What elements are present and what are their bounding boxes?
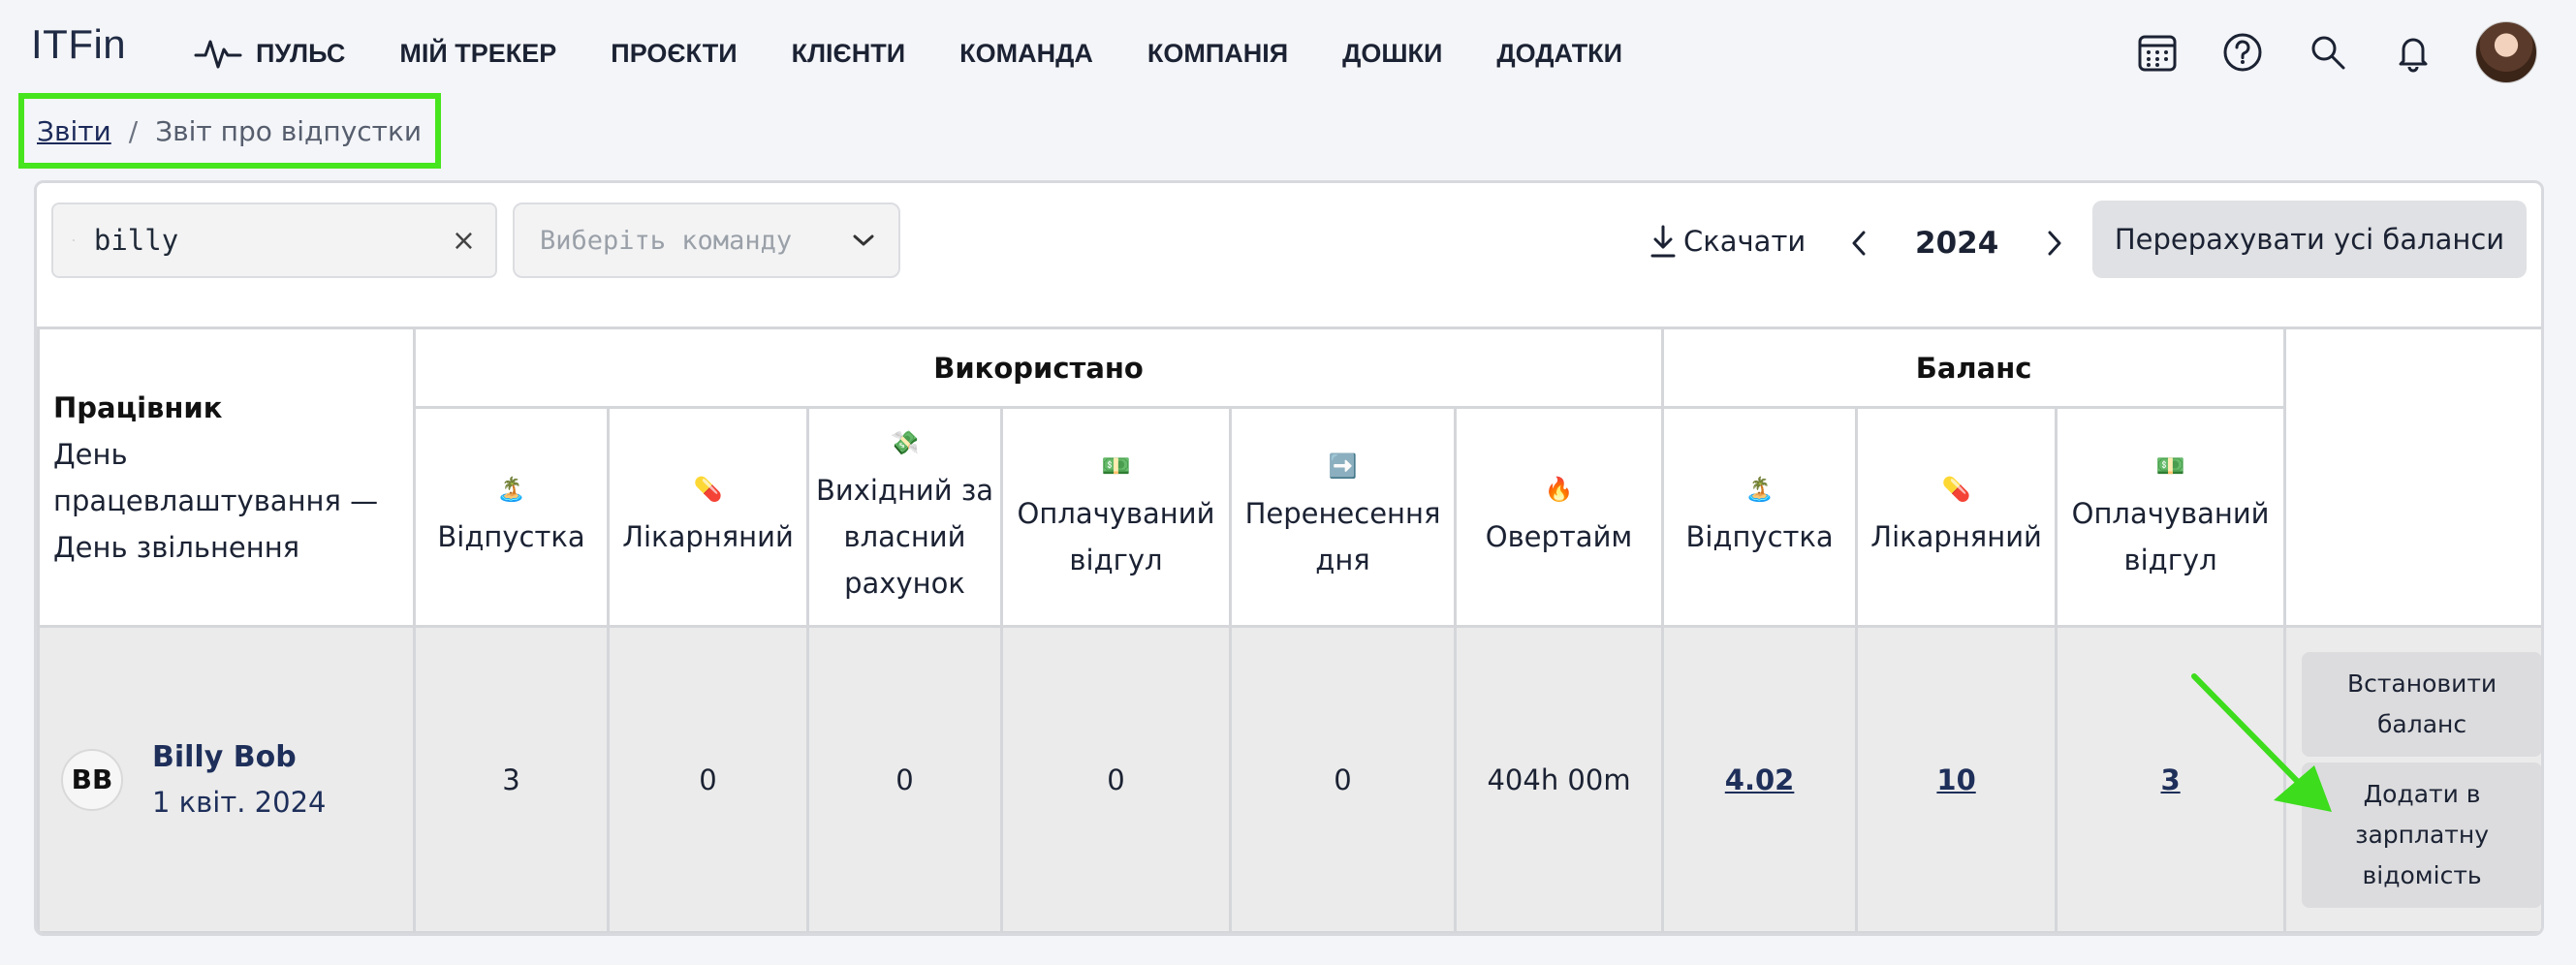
nav-item-company[interactable]: КОМПАНІЯ	[1147, 39, 1288, 69]
nav-item-pulse[interactable]: ПУЛЬС	[194, 36, 345, 71]
column-label: Відпустка	[437, 519, 585, 553]
balance-vacation-cell: 4.02	[1661, 625, 1859, 933]
used-overtime-header: 🔥 Овертайм	[1453, 406, 1665, 628]
island-icon: 🏝️	[496, 475, 526, 503]
employee-hire-date: 1 квіт. 2024	[152, 785, 327, 819]
header-actions	[2095, 19, 2537, 85]
fire-icon: 🔥	[1544, 475, 1574, 503]
breadcrumb-separator: /	[128, 114, 139, 147]
breadcrumb-current: Звіт про відпустки	[155, 114, 423, 147]
nav-item-projects[interactable]: ПРОЄКТИ	[611, 39, 737, 69]
island-icon: 🏝️	[1744, 475, 1775, 503]
column-label: Лікарняний	[622, 519, 794, 553]
used-overtime-cell: 404h 00m	[1453, 625, 1665, 933]
column-label: Оплачуваний відгул	[2071, 496, 2270, 576]
report-toolbar: × Виберіть команду Скачати 2024 Перераху…	[37, 183, 2541, 328]
used-vacation-header: 🏝️ Відпустка	[413, 406, 610, 628]
breadcrumb: Звіти / Звіт про відпустки	[18, 93, 441, 169]
used-day-transfer-header: ➡️ Перенесення дня	[1229, 406, 1457, 628]
chevron-down-icon	[853, 234, 874, 246]
chevron-right-icon	[2048, 231, 2061, 256]
used-group-header: Використано	[412, 327, 1665, 409]
avatar[interactable]	[2475, 21, 2537, 83]
download-button[interactable]: Скачати	[1649, 218, 1806, 265]
column-label: Лікарняний	[1870, 519, 2042, 553]
search-icon	[73, 239, 75, 241]
column-label: Оплачуваний відгул	[1017, 496, 1215, 576]
calendar-icon[interactable]	[2134, 29, 2181, 76]
column-label: Перенесення дня	[1244, 496, 1441, 576]
column-label: Вихідний за власний рахунок	[815, 473, 994, 600]
used-sick-leave-header: 💊 Лікарняний	[607, 406, 809, 628]
dollar-banknote-icon: 💵	[2155, 451, 2185, 480]
download-icon	[1650, 225, 1676, 258]
nav-item-label: ПУЛЬС	[256, 38, 346, 68]
help-icon[interactable]	[2219, 29, 2266, 76]
nav-item-addons[interactable]: ДОДАТКИ	[1496, 39, 1622, 69]
year-label: 2024	[1915, 226, 1999, 261]
download-label: Скачати	[1683, 225, 1806, 258]
vacation-report-table: Працівник День працевлаштування — День з…	[37, 327, 2541, 933]
money-wings-icon: 💸	[890, 428, 920, 456]
next-year-button[interactable]	[2035, 224, 2074, 263]
used-vacation-cell: 3	[413, 625, 610, 933]
nav-item-boards[interactable]: ДОШКИ	[1342, 39, 1442, 69]
team-select-placeholder: Виберіть команду	[540, 225, 793, 256]
balance-sick-leave-header: 💊 Лікарняний	[1855, 406, 2058, 628]
table-row: BB Billy Bob 1 квіт. 2024 3 0 0 0 0 404h…	[37, 625, 2541, 933]
worker-header-title: Працівник	[53, 390, 223, 424]
balance-vacation-header: 🏝️ Відпустка	[1661, 406, 1859, 628]
pill-icon: 💊	[693, 475, 723, 503]
worker-header-subtitle: День працевлаштування — День звільнення	[53, 437, 379, 564]
balance-sick-leave-cell: 10	[1855, 625, 2058, 933]
nav-item-my-tracker[interactable]: МІЙ ТРЕКЕР	[399, 39, 556, 69]
nav-item-clients[interactable]: КЛІЄНТИ	[792, 39, 906, 69]
year-switcher: 2024	[1839, 218, 2074, 268]
pill-icon: 💊	[1941, 475, 1971, 503]
employee-cell: BB Billy Bob 1 квіт. 2024	[37, 625, 416, 933]
top-navigation: ITFin ПУЛЬС МІЙ ТРЕКЕР ПРОЄКТИ КЛІЄНТИ К…	[0, 0, 2576, 105]
set-balance-button[interactable]: Встановити баланс	[2302, 651, 2541, 757]
actions-column-header	[2283, 327, 2541, 628]
column-label: Відпустка	[1685, 519, 1834, 553]
used-day-transfer-cell: 0	[1229, 625, 1457, 933]
column-label: Овертайм	[1485, 519, 1633, 553]
arrow-right-icon: ➡️	[1328, 451, 1358, 480]
dollar-banknote-icon: 💵	[1101, 451, 1131, 480]
used-paid-time-off-header: 💵 Оплачуваний відгул	[1000, 406, 1232, 628]
clear-search-button[interactable]: ×	[452, 224, 476, 258]
main-nav: ПУЛЬС МІЙ ТРЕКЕР ПРОЄКТИ КЛІЄНТИ КОМАНДА…	[194, 29, 1677, 78]
balance-vacation-link[interactable]: 4.02	[1725, 763, 1795, 796]
used-sick-leave-cell: 0	[607, 625, 809, 933]
add-to-payroll-button[interactable]: Додати в зарплатну відомість	[2302, 762, 2541, 908]
team-select[interactable]: Виберіть команду	[513, 202, 900, 278]
search-field: ×	[51, 202, 497, 278]
search-icon[interactable]	[2305, 29, 2351, 76]
avatar: BB	[61, 748, 123, 811]
used-unpaid-day-header: 💸 Вихідний за власний рахунок	[806, 406, 1003, 628]
employee-name-link[interactable]: Billy Bob	[152, 735, 326, 780]
annotation-arrow-icon	[2191, 673, 2332, 812]
nav-item-team[interactable]: КОМАНДА	[959, 39, 1093, 69]
pulse-icon	[194, 36, 242, 71]
balance-group-header: Баланс	[1661, 327, 2287, 409]
balance-paid-time-off-header: 💵 Оплачуваний відгул	[2055, 406, 2287, 628]
worker-column-header: Працівник День працевлаштування — День з…	[37, 327, 416, 628]
chevron-left-icon	[1852, 231, 1866, 256]
balance-paid-time-off-link[interactable]: 3	[2160, 763, 2180, 796]
breadcrumb-reports-link[interactable]: Звіти	[37, 115, 111, 147]
balance-sick-leave-link[interactable]: 10	[1936, 763, 1975, 796]
report-panel: × Виберіть команду Скачати 2024 Перераху…	[34, 180, 2544, 936]
search-input[interactable]	[93, 224, 452, 257]
prev-year-button[interactable]	[1839, 224, 1878, 263]
recalculate-balances-button[interactable]: Перерахувати усі баланси	[2092, 201, 2527, 278]
used-unpaid-day-cell: 0	[806, 625, 1003, 933]
app-logo[interactable]: ITFin	[31, 21, 126, 68]
used-paid-time-off-cell: 0	[1000, 625, 1232, 933]
bell-icon[interactable]	[2390, 29, 2436, 76]
